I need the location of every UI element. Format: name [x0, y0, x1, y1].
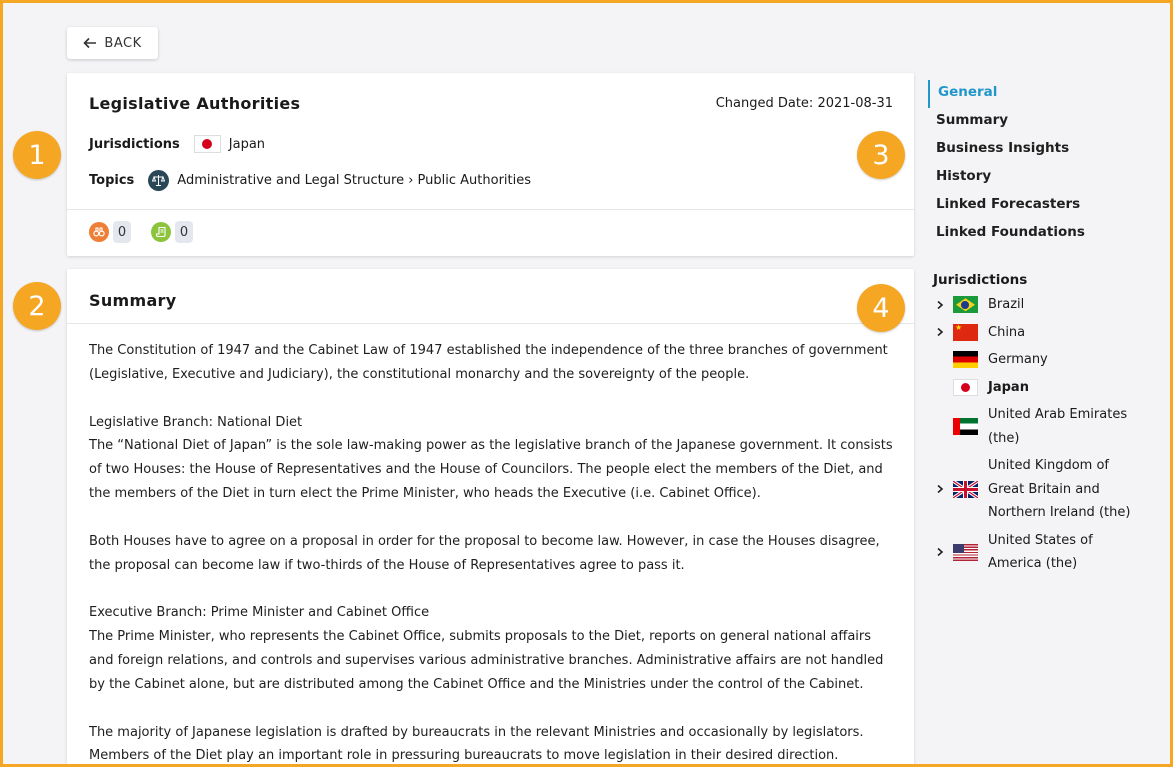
jurisdiction-name: China — [988, 324, 1026, 340]
divider — [67, 209, 914, 210]
us-flag-icon — [953, 543, 978, 561]
back-button[interactable]: BACK — [67, 27, 158, 59]
stat-count: 0 — [113, 221, 131, 243]
japan-flag-icon — [193, 135, 221, 153]
jurisdictions-row: Jurisdictions Japan — [89, 135, 265, 153]
jurisdiction-name: United Kingdom of Great Britain and Nort… — [988, 458, 1131, 520]
jurisdiction-name: United Arab Emirates (the) — [988, 407, 1128, 446]
chevron-right-icon[interactable] — [935, 300, 945, 310]
topics-label: Topics — [89, 173, 135, 188]
germany-flag-icon — [953, 351, 978, 369]
changed-date: Changed Date: 2021-08-31 — [715, 96, 893, 111]
jurisdiction-name: Germany — [988, 352, 1048, 367]
japan-flag-icon — [953, 378, 978, 396]
summary-paragraph: The majority of Japanese legislation is … — [89, 724, 864, 764]
jurisdiction-name: United States of America (the) — [988, 532, 1093, 572]
brazil-flag-icon — [953, 296, 978, 314]
jurisdictions-label: Jurisdictions — [89, 136, 180, 152]
summary-card: Summary The Constitution of 1947 and the… — [67, 269, 914, 767]
jurisdictions-tree-title: Jurisdictions — [933, 272, 1028, 288]
jurisdiction-item-china[interactable]: China — [933, 321, 1153, 345]
chevron-right-icon[interactable] — [935, 484, 945, 494]
annotation-badge-3: 3 — [857, 131, 905, 179]
summary-paragraph: The Constitution of 1947 and the Cabinet… — [89, 343, 888, 382]
nav-item-business-insights[interactable]: Business Insights — [928, 136, 1085, 164]
scroll-icon[interactable] — [151, 222, 171, 242]
summary-heading: Executive Branch: Prime Minister and Cab… — [89, 605, 430, 621]
jurisdiction-item-brazil[interactable]: Brazil — [933, 293, 1153, 317]
jurisdiction-item-uk[interactable]: United Kingdom of Great Britain and Nort… — [933, 454, 1153, 525]
divider — [67, 323, 914, 324]
chevron-right-icon[interactable] — [935, 547, 945, 557]
nav-item-summary[interactable]: Summary — [928, 108, 1085, 136]
back-button-label: BACK — [104, 35, 142, 51]
topics-value[interactable]: Administrative and Legal Structure › Pub… — [177, 173, 531, 188]
summary-paragraph: The Prime Minister, who represents the C… — [89, 629, 884, 692]
nav-item-history[interactable]: History — [928, 164, 1085, 192]
stats-bar: 0 0 — [89, 221, 213, 243]
annotation-badge-1: 1 — [13, 131, 61, 179]
nav-item-linked-forecasters[interactable]: Linked Forecasters — [928, 192, 1085, 220]
jurisdiction-item-germany[interactable]: Germany — [933, 348, 1153, 372]
jurisdiction-name: Brazil — [988, 297, 1025, 312]
jurisdictions-tree: Jurisdictions Brazil China Germany Japan… — [933, 272, 1153, 580]
page-title: Legislative Authorities — [89, 94, 301, 113]
annotation-badge-2: 2 — [13, 282, 61, 330]
uk-flag-icon — [953, 480, 978, 498]
nav-item-general[interactable]: General — [928, 80, 1085, 108]
jurisdiction-value[interactable]: Japan — [229, 137, 265, 152]
section-nav: General Summary Business Insights Histor… — [928, 80, 1085, 248]
nav-item-linked-foundations[interactable]: Linked Foundations — [928, 220, 1085, 248]
arrow-left-icon — [83, 37, 97, 49]
summary-paragraph: The “National Diet of Japan” is the sole… — [89, 438, 893, 501]
binoculars-icon[interactable] — [89, 222, 109, 242]
jurisdiction-item-uae[interactable]: United Arab Emirates (the) — [933, 403, 1153, 450]
summary-title: Summary — [89, 291, 177, 310]
scales-icon — [148, 170, 170, 191]
china-flag-icon — [953, 323, 978, 341]
detail-card: Legislative Authorities Changed Date: 20… — [67, 73, 914, 256]
topics-row: Topics Administrative and Legal Structur… — [89, 170, 531, 191]
summary-paragraph: Both Houses have to agree on a proposal … — [89, 533, 880, 573]
summary-body: The Constitution of 1947 and the Cabinet… — [89, 339, 899, 767]
jurisdiction-item-us[interactable]: United States of America (the) — [933, 529, 1153, 576]
uae-flag-icon — [953, 418, 978, 435]
summary-heading: Legislative Branch: National Diet — [89, 414, 303, 430]
jurisdiction-name: Japan — [988, 379, 1029, 395]
chevron-right-icon[interactable] — [935, 327, 945, 337]
annotation-badge-4: 4 — [857, 284, 905, 332]
jurisdiction-item-japan[interactable]: Japan — [933, 376, 1153, 400]
stat-count: 0 — [175, 221, 193, 243]
